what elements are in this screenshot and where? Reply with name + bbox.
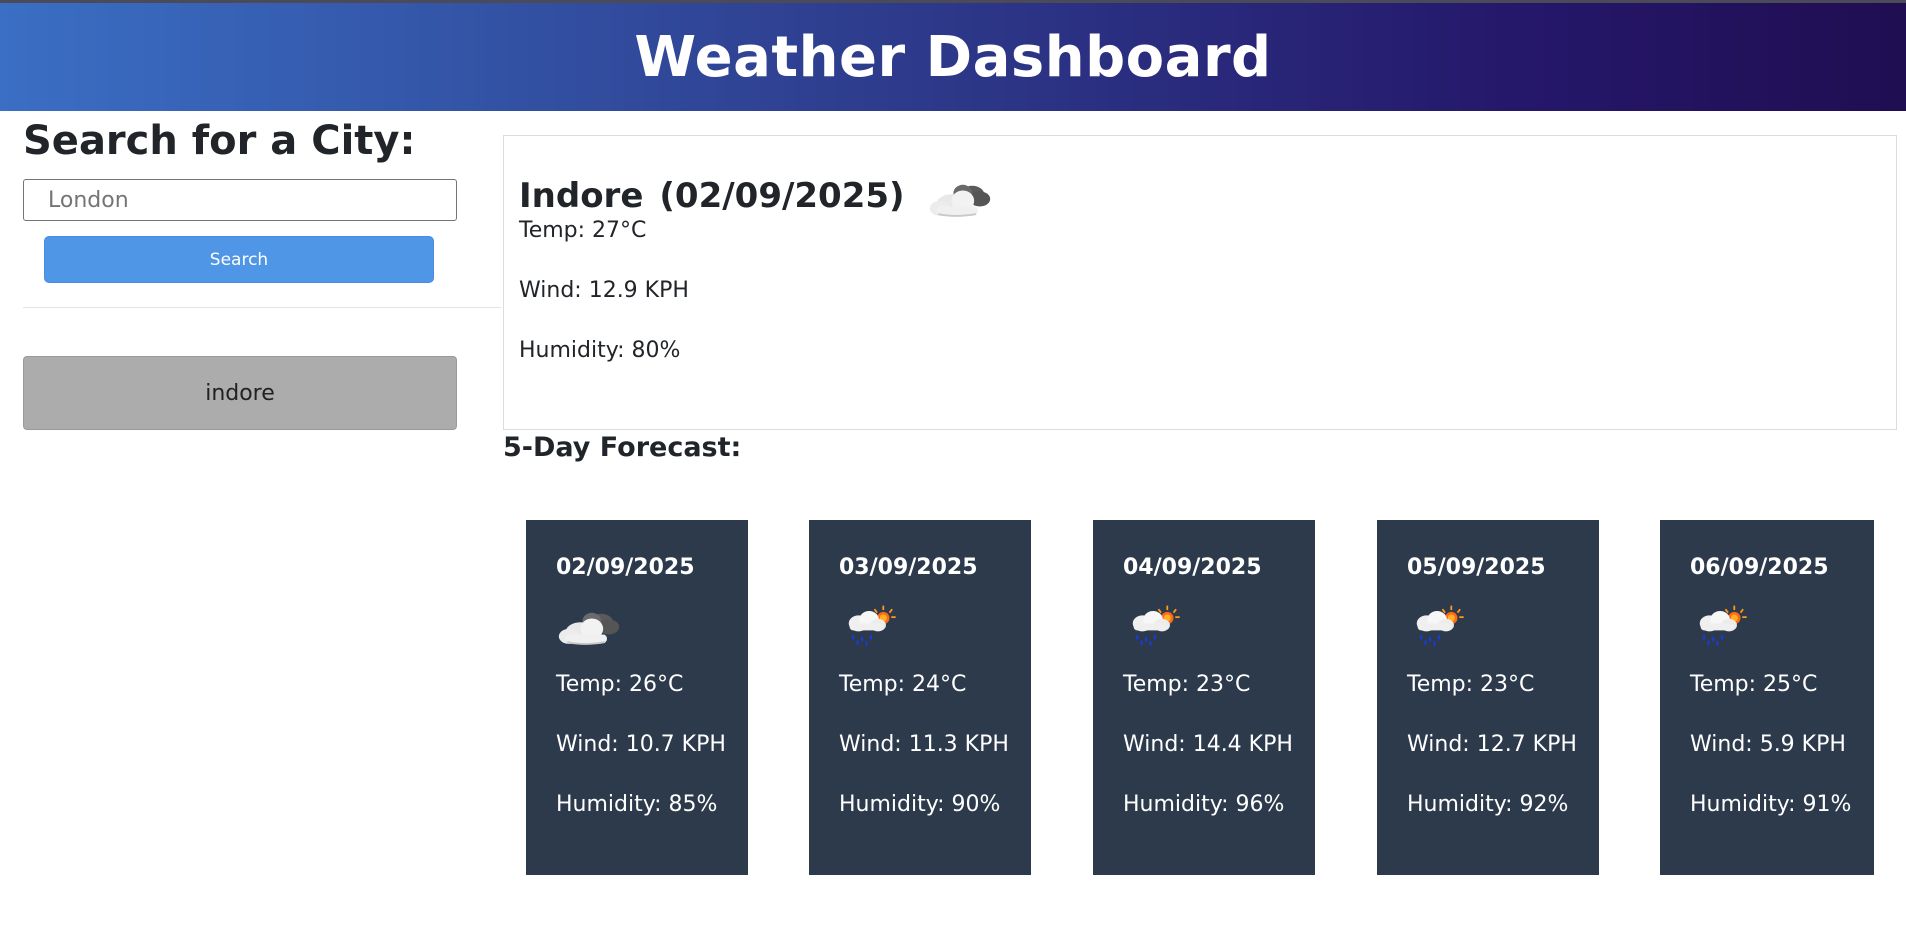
forecast-wind: Wind: 11.3 KPH xyxy=(839,732,1009,757)
history-item-indore[interactable]: indore xyxy=(23,356,457,430)
forecast-date: 06/09/2025 xyxy=(1690,555,1829,580)
rain-sun-icon xyxy=(1407,602,1469,650)
forecast-date: 05/09/2025 xyxy=(1407,555,1546,580)
forecast-humidity: Humidity: 85% xyxy=(556,792,718,817)
current-weather-title: Indore (02/09/2025) xyxy=(519,172,993,220)
divider xyxy=(23,307,501,308)
forecast-humidity: Humidity: 91% xyxy=(1690,792,1852,817)
forecast-humidity: Humidity: 96% xyxy=(1123,792,1285,817)
forecast-wind: Wind: 12.7 KPH xyxy=(1407,732,1577,757)
search-heading: Search for a City: xyxy=(23,118,416,164)
forecast-temp: Temp: 23°C xyxy=(1407,672,1535,697)
current-humidity: Humidity: 80% xyxy=(519,338,681,363)
forecast-card: 05/09/2025 Temp: 23°C Wind: 12.7 KPH Hum… xyxy=(1377,520,1599,875)
rain-sun-icon xyxy=(1690,602,1752,650)
forecast-temp: Temp: 26°C xyxy=(556,672,684,697)
forecast-humidity: Humidity: 92% xyxy=(1407,792,1569,817)
forecast-card: 06/09/2025 Temp: 25°C Wind: 5.9 KPH Humi… xyxy=(1660,520,1874,875)
forecast-card: 02/09/2025 Temp: 26°C Wind: 10.7 KPH Hum… xyxy=(526,520,748,875)
forecast-wind: Wind: 14.4 KPH xyxy=(1123,732,1293,757)
rain-sun-icon xyxy=(839,602,901,650)
page-title: Weather Dashboard xyxy=(634,24,1272,90)
forecast-date: 03/09/2025 xyxy=(839,555,978,580)
current-temp: Temp: 27°C xyxy=(519,218,647,243)
current-wind: Wind: 12.9 KPH xyxy=(519,278,689,303)
forecast-wind: Wind: 5.9 KPH xyxy=(1690,732,1846,757)
current-weather-panel: Indore (02/09/2025) Temp: 27°C Wind: 12.… xyxy=(503,135,1897,430)
forecast-date: 04/09/2025 xyxy=(1123,555,1262,580)
rain-sun-icon xyxy=(1123,602,1185,650)
header-bar: Weather Dashboard xyxy=(0,0,1906,111)
current-date: (02/09/2025) xyxy=(659,176,905,216)
search-input[interactable] xyxy=(23,179,457,221)
current-city: Indore xyxy=(519,176,644,216)
forecast-card: 03/09/2025 Temp: 24°C Wind: 11.3 KPH Hum… xyxy=(809,520,1031,875)
forecast-temp: Temp: 23°C xyxy=(1123,672,1251,697)
forecast-temp: Temp: 24°C xyxy=(839,672,967,697)
forecast-card: 04/09/2025 Temp: 23°C Wind: 14.4 KPH Hum… xyxy=(1093,520,1315,875)
cloudy-icon xyxy=(927,174,993,222)
forecast-date: 02/09/2025 xyxy=(556,555,695,580)
forecast-temp: Temp: 25°C xyxy=(1690,672,1818,697)
search-button[interactable]: Search xyxy=(44,236,434,283)
forecast-heading: 5-Day Forecast: xyxy=(503,432,742,463)
forecast-humidity: Humidity: 90% xyxy=(839,792,1001,817)
cloudy-icon xyxy=(556,602,622,650)
forecast-wind: Wind: 10.7 KPH xyxy=(556,732,726,757)
